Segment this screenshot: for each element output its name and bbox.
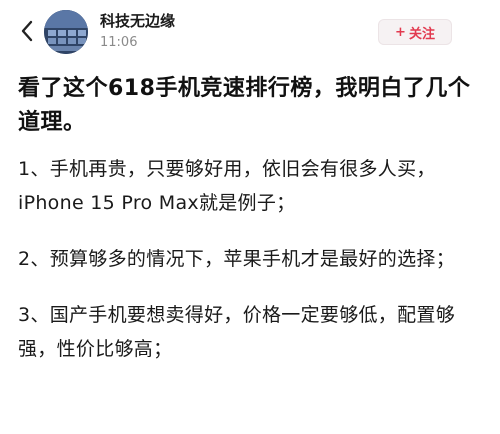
paragraph-3: 3、国产手机要想卖得好，价格一定要够低，配置够强，性价比够高；	[18, 304, 455, 360]
avatar-image	[44, 10, 88, 54]
back-button[interactable]	[14, 18, 40, 44]
article-body: 看了这个618手机竞速排行榜，我明白了几个道理。 1、手机再贵，只要够好用，依旧…	[18, 72, 486, 388]
plus-icon: +	[395, 24, 406, 40]
post-time: 11:06	[100, 35, 138, 50]
follow-label: 关注	[408, 26, 435, 42]
paragraph-2: 2、预算够多的情况下，苹果手机才是最好的选择；	[18, 248, 455, 270]
paragraph-1: 1、手机再贵，只要够好用，依旧会有很多人买，iPhone 15 Pro Max就…	[18, 158, 436, 214]
follow-button[interactable]: + 关注	[378, 19, 452, 45]
author-name[interactable]: 科技无边缘	[100, 10, 175, 31]
top-bar: 科技无边缘 11:06 + 关注	[0, 0, 500, 64]
article-title: 看了这个618手机竞速排行榜，我明白了几个道理。	[18, 76, 471, 135]
chevron-left-icon	[21, 20, 33, 42]
avatar[interactable]	[44, 10, 88, 54]
